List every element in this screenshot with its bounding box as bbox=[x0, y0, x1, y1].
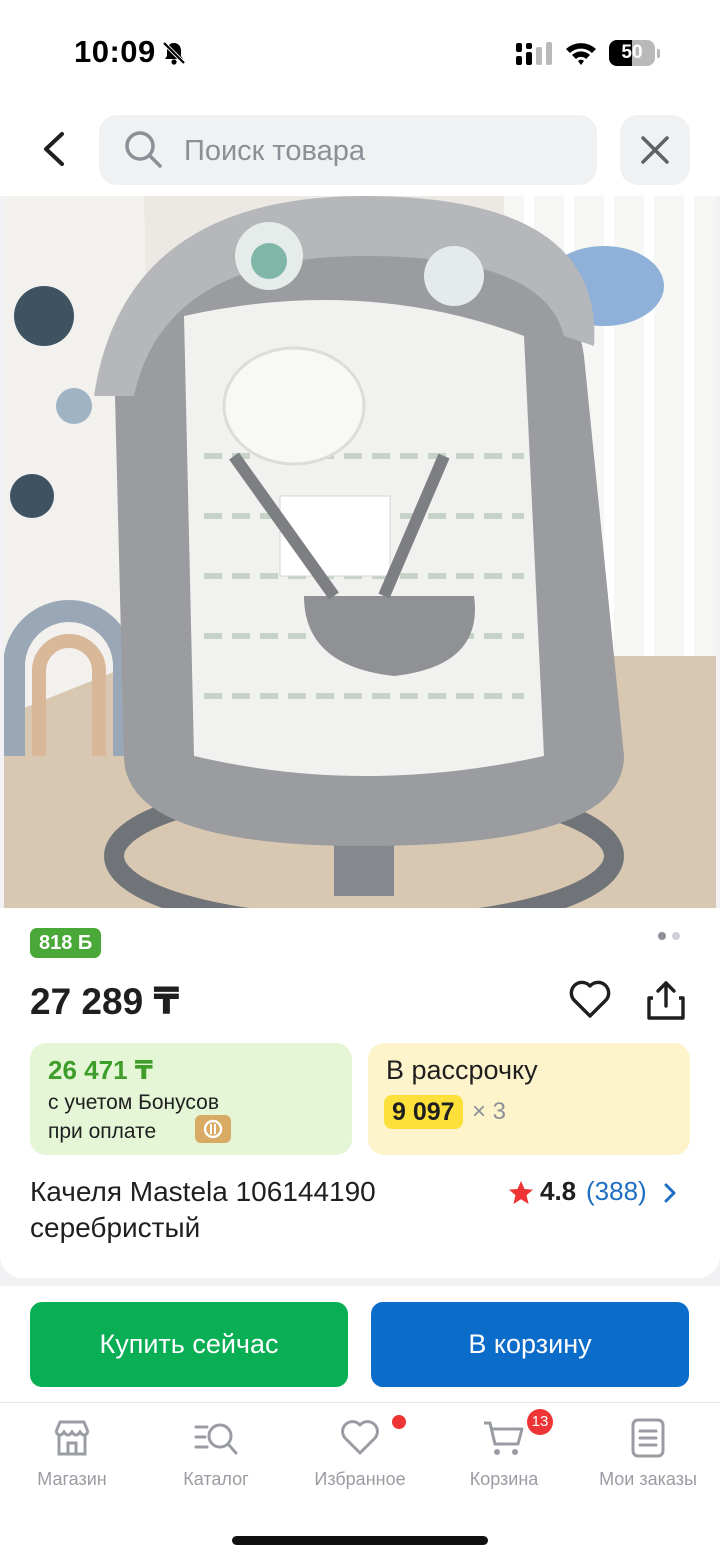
rating-score: 4.8 bbox=[540, 1176, 577, 1206]
product-page: 10:09 50 Поиск товара 818 Б 27 289 ₸ 26 … bbox=[0, 0, 720, 1561]
favorites-dot bbox=[392, 1415, 406, 1429]
search-placeholder: Поиск товара bbox=[184, 135, 365, 167]
bonus-line-1: с учетом Бонусов bbox=[48, 1091, 219, 1114]
tab-label: Каталог bbox=[183, 1469, 249, 1489]
installment-payment: 9 097 bbox=[384, 1095, 463, 1129]
search-input[interactable]: Поиск товара bbox=[99, 115, 597, 185]
tab-label: Избранное bbox=[314, 1469, 406, 1489]
bonus-price-offer[interactable]: 26 471 ₸ с учетом Бонусов при оплате bbox=[30, 1043, 352, 1155]
cart-icon bbox=[484, 1421, 524, 1455]
product-info: 818 Б 27 289 ₸ 26 471 ₸ с учетом Бонусов… bbox=[0, 908, 720, 1278]
bell-slash-icon bbox=[162, 41, 186, 65]
product-image[interactable] bbox=[4, 196, 716, 908]
gallery-pagination bbox=[658, 932, 684, 942]
bonus-line-2: при оплате bbox=[48, 1120, 157, 1143]
tab-favorites[interactable]: Избранное bbox=[288, 1403, 432, 1513]
status-bar: 10:09 50 bbox=[0, 0, 720, 100]
product-title-line-2: серебристый bbox=[30, 1212, 201, 1243]
store-icon bbox=[54, 1420, 90, 1456]
rating-link[interactable]: 4.8 (388) bbox=[508, 1176, 688, 1210]
tab-my-orders[interactable]: Мои заказы bbox=[576, 1403, 720, 1513]
tab-catalog[interactable]: Каталог bbox=[144, 1403, 288, 1513]
tab-cart[interactable]: 13 Корзина bbox=[432, 1403, 576, 1513]
search-header: Поиск товара bbox=[0, 100, 720, 196]
buy-now-button[interactable]: Купить сейчас bbox=[30, 1302, 348, 1387]
pagination-dot[interactable] bbox=[672, 932, 680, 940]
tab-label: Корзина bbox=[469, 1469, 539, 1489]
home-indicator bbox=[232, 1536, 488, 1545]
wifi-icon bbox=[566, 43, 596, 65]
battery-level: 50 bbox=[621, 42, 643, 63]
cart-badge: 13 bbox=[527, 1409, 553, 1435]
chevron-left-icon[interactable] bbox=[30, 124, 80, 174]
tab-store[interactable]: Магазин bbox=[0, 1403, 144, 1513]
installment-title: В рассрочку bbox=[386, 1055, 538, 1085]
heart-icon bbox=[341, 1420, 379, 1455]
purchase-actions: Купить сейчас В корзину bbox=[0, 1286, 720, 1402]
product-price: 27 289 ₸ bbox=[30, 981, 180, 1022]
orders-icon bbox=[631, 1418, 665, 1458]
status-time: 10:09 bbox=[74, 34, 156, 69]
close-icon bbox=[641, 136, 669, 164]
battery-icon: 50 bbox=[609, 40, 660, 66]
share-icon[interactable] bbox=[644, 978, 688, 1022]
chevron-right-icon bbox=[664, 1183, 676, 1203]
catalog-search-icon bbox=[194, 1423, 238, 1455]
signal-icon bbox=[516, 42, 552, 65]
baby-swing-illustration bbox=[4, 196, 716, 908]
payment-card-icon bbox=[195, 1115, 231, 1143]
search-icon bbox=[125, 131, 162, 168]
heart-icon[interactable] bbox=[568, 978, 612, 1020]
installment-multiplier: × 3 bbox=[472, 1098, 507, 1125]
star-icon bbox=[509, 1181, 533, 1204]
pagination-dot[interactable] bbox=[658, 932, 666, 940]
review-count: (388) bbox=[586, 1176, 647, 1206]
product-title-line-1: Качеля Mastela 106144190 bbox=[30, 1176, 376, 1207]
tab-label: Магазин bbox=[37, 1469, 107, 1489]
installment-offer[interactable]: В рассрочку 9 097 × 3 bbox=[368, 1043, 690, 1155]
tab-label: Мои заказы bbox=[599, 1469, 697, 1489]
bonus-price: 26 471 ₸ bbox=[48, 1055, 153, 1085]
close-button[interactable] bbox=[620, 115, 690, 185]
bonus-badge: 818 Б bbox=[30, 928, 102, 958]
add-to-cart-button[interactable]: В корзину bbox=[371, 1302, 689, 1387]
